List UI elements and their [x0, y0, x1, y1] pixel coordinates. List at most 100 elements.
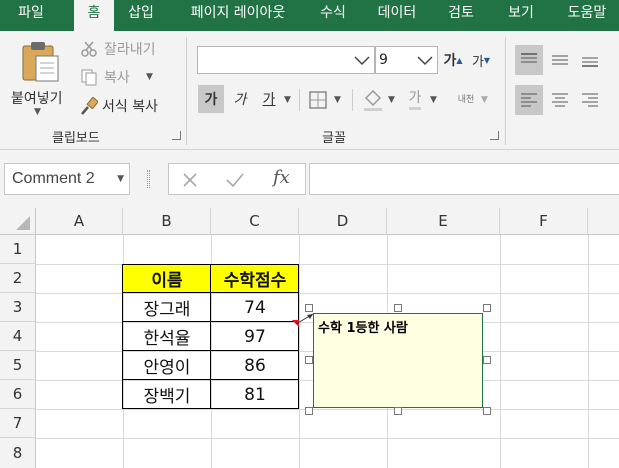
resize-handle[interactable]: [305, 356, 313, 364]
clipboard-launcher-icon[interactable]: [172, 131, 181, 140]
fill-bucket-icon[interactable]: [362, 88, 384, 112]
font-color-dropdown-icon[interactable]: ▼: [430, 95, 437, 105]
italic-button[interactable]: 가: [227, 85, 253, 113]
borders-dropdown-icon[interactable]: ▼: [334, 95, 341, 105]
tab-data[interactable]: 데이터: [370, 0, 424, 31]
x-icon[interactable]: [181, 171, 199, 189]
format-painter-button[interactable]: 서식 복사: [80, 96, 180, 116]
row-header-4[interactable]: 4: [0, 322, 36, 351]
paste-dropdown-icon[interactable]: ▼: [34, 107, 41, 117]
scissors-icon: [81, 41, 97, 57]
paste-button[interactable]: 붙여넣기 ▼: [6, 37, 72, 117]
table-cell-name[interactable]: 장백기: [123, 380, 211, 409]
table-header-score[interactable]: 수학점수: [211, 264, 299, 293]
row-header-6[interactable]: 6: [0, 380, 36, 409]
tab-formulas[interactable]: 수식: [312, 0, 354, 31]
grow-font-button[interactable]: 가 ▲: [442, 47, 464, 73]
align-bottom-button[interactable]: [576, 45, 604, 75]
comment-box[interactable]: 수학 1등한 사람: [313, 313, 483, 408]
column-header-A[interactable]: A: [36, 208, 123, 235]
shrink-font-button[interactable]: 가 ▼: [470, 47, 492, 73]
tab-help[interactable]: 도움말: [558, 0, 616, 31]
row-header-5[interactable]: 5: [0, 351, 36, 380]
font-launcher-icon[interactable]: [490, 131, 499, 140]
ribbon: 붙여넣기 ▼ 잘라내기 복사 ▼ 서식 복사 클립보드 9 가 ▲ 가 ▼ 가 …: [0, 31, 619, 150]
table-border: [122, 379, 299, 380]
name-box[interactable]: Comment 2 ▼: [4, 163, 130, 195]
align-top-button[interactable]: [515, 45, 543, 75]
copy-dropdown-icon[interactable]: ▼: [146, 72, 153, 82]
chevron-down-icon[interactable]: [417, 56, 433, 66]
align-left-button[interactable]: [515, 85, 543, 115]
gridline: [36, 409, 619, 410]
tab-review[interactable]: 검토: [440, 0, 482, 31]
bold-label: 가: [204, 92, 218, 108]
font-name-box[interactable]: [197, 46, 375, 74]
underline-button[interactable]: 가: [256, 85, 282, 113]
table-cell-name[interactable]: 장그래: [123, 293, 211, 322]
formula-buttons: fx: [168, 163, 306, 195]
row-header-8[interactable]: 8: [0, 438, 36, 468]
bold-button[interactable]: 가: [198, 85, 224, 113]
grow-font-label: 가: [443, 53, 457, 69]
divider: [352, 89, 353, 111]
checkmark-icon[interactable]: [225, 171, 245, 189]
copy-icon: [81, 69, 97, 86]
table-cell-name[interactable]: 한석율: [123, 322, 211, 351]
table-border: [298, 264, 299, 409]
resize-handle[interactable]: [305, 304, 313, 312]
phonetic-button[interactable]: 내천: [452, 85, 480, 111]
table-cell-score[interactable]: 74: [211, 293, 299, 322]
table-border: [122, 264, 299, 265]
table-header-name[interactable]: 이름: [123, 264, 211, 293]
align-right-button[interactable]: [576, 85, 604, 115]
tab-page-layout[interactable]: 페이지 레이아웃: [174, 0, 302, 31]
row-header-3[interactable]: 3: [0, 293, 36, 322]
row-header-1[interactable]: 1: [0, 235, 36, 264]
table-cell-score[interactable]: 97: [211, 322, 299, 351]
resize-handle[interactable]: [394, 407, 402, 415]
row-header-7[interactable]: 7: [0, 409, 36, 438]
align-center-icon: [552, 93, 568, 107]
resize-handle[interactable]: [483, 407, 491, 415]
font-size-box[interactable]: 9: [375, 46, 438, 74]
align-center-button[interactable]: [546, 85, 574, 115]
font-color-button[interactable]: 가: [403, 85, 427, 111]
resize-handle[interactable]: [483, 304, 491, 312]
align-top-icon: [521, 53, 537, 63]
column-header-G[interactable]: [588, 208, 619, 235]
column-header-B[interactable]: B: [123, 208, 211, 235]
name-box-dropdown-icon[interactable]: ▼: [117, 174, 124, 184]
row-header-2[interactable]: 2: [0, 264, 36, 293]
table-border: [122, 321, 299, 322]
select-all-corner[interactable]: [0, 208, 36, 235]
fill-dropdown-icon[interactable]: ▼: [388, 95, 395, 105]
tab-insert[interactable]: 삽입: [120, 0, 162, 31]
table-border: [210, 264, 211, 409]
column-header-C[interactable]: C: [211, 208, 299, 235]
align-middle-button[interactable]: [546, 45, 574, 75]
resize-handle[interactable]: [305, 407, 313, 415]
copy-button[interactable]: 복사 ▼: [80, 67, 160, 87]
column-header-E[interactable]: E: [387, 208, 500, 235]
fx-icon[interactable]: fx: [273, 167, 290, 188]
table-cell-score[interactable]: 81: [211, 380, 299, 409]
formula-input[interactable]: [309, 163, 619, 195]
paste-label: 붙여넣기: [11, 91, 63, 107]
tab-view[interactable]: 보기: [500, 0, 542, 31]
resize-handle[interactable]: [394, 304, 402, 312]
cut-button[interactable]: 잘라내기: [80, 39, 190, 59]
resize-handle[interactable]: [483, 356, 491, 364]
table-cell-score[interactable]: 86: [211, 351, 299, 380]
tab-home[interactable]: 홈: [74, 0, 114, 31]
tab-file[interactable]: 파일: [0, 0, 62, 31]
underline-dropdown-icon[interactable]: ▼: [284, 95, 291, 105]
phonetic-dropdown-icon[interactable]: ▼: [481, 95, 488, 105]
borders-icon[interactable]: [308, 90, 328, 110]
table-cell-name[interactable]: 안영이: [123, 351, 211, 380]
chevron-down-icon[interactable]: [354, 56, 370, 66]
column-header-D[interactable]: D: [299, 208, 387, 235]
column-header-F[interactable]: F: [500, 208, 588, 235]
format-painter-label: 서식 복사: [102, 99, 158, 115]
formula-bar-grip[interactable]: [147, 170, 150, 188]
